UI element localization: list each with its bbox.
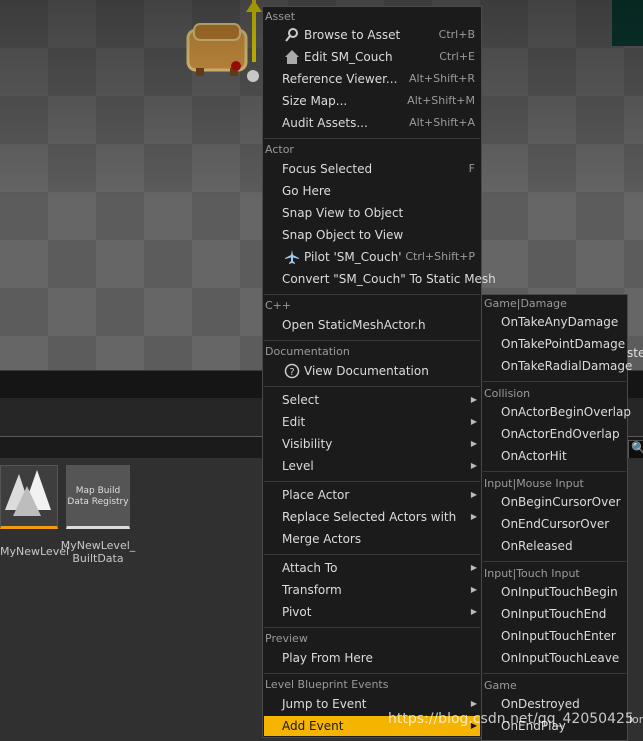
transform-submenu-item[interactable]: Transform ▶ xyxy=(264,580,480,600)
snap-view-to-object-item[interactable]: Snap View to Object xyxy=(264,203,480,223)
section-header-level-blueprint-events: Level Blueprint Events xyxy=(265,678,389,691)
section-header-documentation: Documentation xyxy=(265,345,350,358)
event-on-begin-cursor-over[interactable]: OnBeginCursorOver xyxy=(483,492,626,512)
visibility-submenu-item[interactable]: Visibility ▶ xyxy=(264,434,480,454)
asset-thumbnail-text: Map Build Data Registry xyxy=(67,486,129,507)
menu-separator xyxy=(264,138,480,139)
event-on-input-touch-begin[interactable]: OnInputTouchBegin xyxy=(483,582,626,602)
search-icon xyxy=(285,28,298,42)
section-header-preview: Preview xyxy=(265,632,308,645)
couch-actor[interactable] xyxy=(186,20,250,78)
attach-to-submenu-item[interactable]: Attach To ▶ xyxy=(264,558,480,578)
menu-separator xyxy=(264,294,480,295)
menu-separator xyxy=(264,481,480,482)
section-header-asset: Asset xyxy=(265,10,296,23)
snap-object-to-view-item[interactable]: Snap Object to View xyxy=(264,225,480,245)
chevron-right-icon: ▶ xyxy=(470,512,477,521)
chevron-right-icon: ▶ xyxy=(470,461,477,470)
edit-submenu-item[interactable]: Edit ▶ xyxy=(264,412,480,432)
svg-text:?: ? xyxy=(289,367,294,378)
hex-pattern-object xyxy=(612,0,643,46)
pivot-submenu-item[interactable]: Pivot ▶ xyxy=(264,602,480,622)
menu-separator xyxy=(483,673,626,674)
event-on-input-touch-leave[interactable]: OnInputTouchLeave xyxy=(483,648,626,668)
menu-separator xyxy=(264,554,480,555)
asset-label-builtdata: MyNewLevel_ BuiltData xyxy=(60,539,136,565)
chevron-right-icon: ▶ xyxy=(470,395,477,404)
asset-label-mynewlevel: MyNewLevel xyxy=(0,545,70,558)
event-on-actor-end-overlap[interactable]: OnActorEndOverlap xyxy=(483,424,626,444)
section-header-actor: Actor xyxy=(265,143,294,156)
edit-asset-item[interactable]: Edit SM_Couch Ctrl+E xyxy=(264,47,480,67)
event-on-input-touch-end[interactable]: OnInputTouchEnd xyxy=(483,604,626,624)
event-on-actor-hit[interactable]: OnActorHit xyxy=(483,446,626,466)
select-submenu-item[interactable]: Select ▶ xyxy=(264,390,480,410)
airplane-icon xyxy=(285,250,299,264)
event-on-end-cursor-over[interactable]: OnEndCursorOver xyxy=(483,514,626,534)
chevron-right-icon: ▶ xyxy=(470,490,477,499)
menu-separator xyxy=(264,340,480,341)
event-on-take-radial-damage[interactable]: OnTakeRadialDamage xyxy=(483,356,632,376)
reference-viewer-item[interactable]: Reference Viewer... Alt+Shift+R xyxy=(264,69,480,89)
replace-actors-submenu-item[interactable]: Replace Selected Actors with ▶ xyxy=(264,507,480,527)
gizmo-center-handle[interactable] xyxy=(247,70,259,82)
event-on-input-touch-enter[interactable]: OnInputTouchEnter xyxy=(483,626,626,646)
actor-context-menu: Asset Browse to Asset Ctrl+B Edit SM_Cou… xyxy=(262,6,496,738)
menu-separator xyxy=(483,561,626,562)
menu-separator xyxy=(264,386,480,387)
chevron-right-icon: ▶ xyxy=(470,563,477,572)
merge-actors-item[interactable]: Merge Actors xyxy=(264,529,480,549)
chevron-right-icon: ▶ xyxy=(470,439,477,448)
focus-selected-item[interactable]: Focus Selected F xyxy=(264,159,480,179)
open-cpp-header-item[interactable]: Open StaticMeshActor.h xyxy=(264,315,480,335)
section-header-mouse-input: Input|Mouse Input xyxy=(484,477,584,490)
event-on-take-point-damage[interactable]: OnTakePointDamage xyxy=(483,334,626,354)
menu-separator xyxy=(483,471,626,472)
help-icon: ? xyxy=(284,363,300,379)
chevron-right-icon: ▶ xyxy=(470,417,477,426)
search-button[interactable]: 🔍 xyxy=(628,440,643,460)
place-actor-submenu-item[interactable]: Place Actor ▶ xyxy=(264,485,480,505)
level-thumbnail-icon xyxy=(5,470,51,516)
menu-separator xyxy=(264,673,480,674)
size-map-item[interactable]: Size Map... Alt+Shift+M xyxy=(264,91,480,111)
add-event-submenu: Game|Damage OnTakeAnyDamage OnTakePointD… xyxy=(481,294,632,741)
view-documentation-item[interactable]: ? View Documentation xyxy=(264,361,480,381)
pilot-actor-item[interactable]: Pilot 'SM_Couch' Ctrl+Shift+P xyxy=(264,247,480,267)
home-icon xyxy=(285,50,299,64)
level-submenu-item[interactable]: Level ▶ xyxy=(264,456,480,476)
go-here-item[interactable]: Go Here xyxy=(264,181,480,201)
section-header-game-damage: Game|Damage xyxy=(484,297,567,310)
play-from-here-item[interactable]: Play From Here xyxy=(264,648,480,668)
section-header-game: Game xyxy=(484,679,517,692)
watermark-text: https://blog.csdn.net/qq_42050425 xyxy=(388,711,634,727)
event-on-actor-begin-overlap[interactable]: OnActorBeginOverlap xyxy=(483,402,631,422)
audit-assets-item[interactable]: Audit Assets... Alt+Shift+A xyxy=(264,113,480,133)
event-on-take-any-damage[interactable]: OnTakeAnyDamage xyxy=(483,312,626,332)
viewport-right-text: ste xyxy=(627,346,643,360)
convert-to-static-mesh-item[interactable]: Convert "SM_Couch" To Static Mesh xyxy=(264,269,496,289)
menu-separator xyxy=(264,627,480,628)
event-on-released[interactable]: OnReleased xyxy=(483,536,626,556)
section-header-collision: Collision xyxy=(484,387,531,400)
search-icon: 🔍 xyxy=(631,441,643,455)
browse-to-asset-item[interactable]: Browse to Asset Ctrl+B xyxy=(264,25,480,45)
section-header-cpp: C++ xyxy=(265,299,292,312)
asset-tile-builtdata[interactable]: Map Build Data Registry xyxy=(66,465,130,529)
chevron-right-icon: ▶ xyxy=(470,607,477,616)
translate-gizmo-z-axis[interactable] xyxy=(252,0,256,62)
section-header-touch-input: Input|Touch Input xyxy=(484,567,580,580)
chevron-right-icon: ▶ xyxy=(470,585,477,594)
gizmo-arrow-icon[interactable] xyxy=(246,0,262,12)
menu-separator xyxy=(483,381,626,382)
asset-tile-mynewlevel[interactable] xyxy=(0,465,58,529)
